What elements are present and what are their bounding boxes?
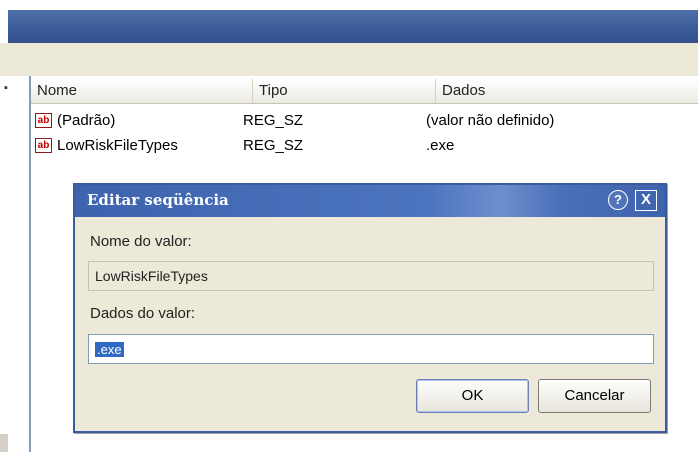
string-value-icon: ab — [35, 113, 52, 128]
edit-string-dialog: Editar seqüência ? X Nome do valor: LowR… — [73, 183, 667, 433]
column-header-type[interactable]: Tipo — [253, 79, 436, 103]
row-type: REG_SZ — [243, 137, 304, 154]
cancel-button[interactable]: Cancelar — [538, 379, 651, 413]
tree-expander-icon[interactable]: ▪ — [4, 82, 8, 94]
dialog-title: Editar seqüência — [87, 191, 229, 209]
help-icon[interactable]: ? — [608, 190, 628, 210]
value-name-label: Nome do valor: — [90, 233, 192, 250]
ok-button[interactable]: OK — [416, 379, 529, 413]
row-data: .exe — [426, 137, 455, 154]
selected-text: .exe — [95, 342, 124, 357]
close-icon[interactable]: X — [635, 190, 657, 211]
column-header-data[interactable]: Dados — [436, 79, 698, 103]
menu-bar — [0, 43, 698, 77]
row-name: LowRiskFileTypes — [57, 137, 178, 154]
window-title-bar[interactable] — [8, 10, 698, 43]
dialog-title-bar[interactable]: Editar seqüência ? X — [75, 185, 665, 217]
table-row[interactable]: ab (Padrão) REG_SZ (valor não definido) — [31, 110, 698, 132]
value-name-field: LowRiskFileTypes — [88, 261, 654, 291]
value-data-input[interactable]: .exe — [88, 334, 654, 364]
string-value-icon: ab — [35, 138, 52, 153]
row-type: REG_SZ — [243, 112, 304, 129]
row-data: (valor não definido) — [426, 112, 555, 129]
column-header: Nome Tipo Dados — [31, 79, 698, 104]
table-row[interactable]: ab LowRiskFileTypes REG_SZ .exe — [31, 135, 698, 157]
row-name: (Padrão) — [57, 112, 116, 129]
value-data-label: Dados do valor: — [90, 305, 196, 322]
column-header-name[interactable]: Nome — [31, 79, 253, 103]
tree-scrollbar[interactable] — [0, 434, 8, 452]
tree-pane[interactable]: ▪ — [0, 76, 30, 452]
